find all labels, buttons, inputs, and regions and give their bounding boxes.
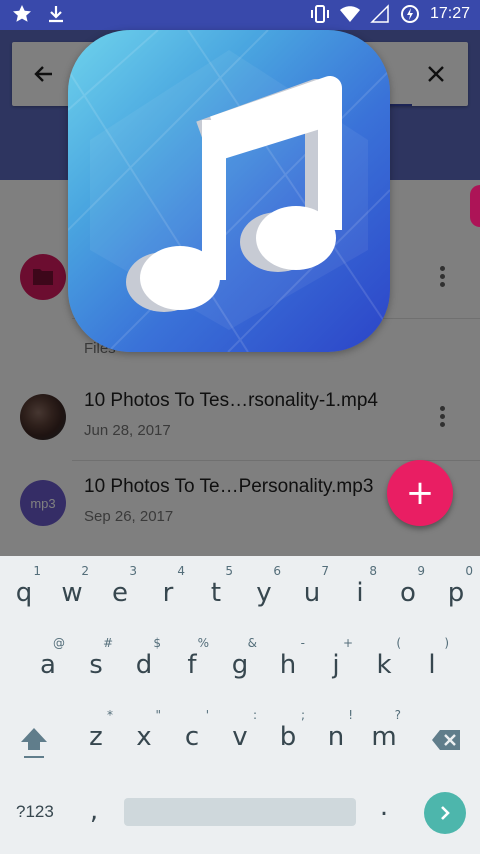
key-hint: % [197, 636, 209, 650]
key-d[interactable]: d $ [129, 636, 161, 680]
video-thumbnail [20, 394, 66, 440]
key-hint: 5 [225, 564, 233, 578]
key-hint: ! [348, 708, 353, 722]
key-hint: ; [300, 708, 305, 722]
file-date: Jun 28, 2017 [84, 422, 171, 439]
key-hint: 8 [369, 564, 377, 578]
symbols-key[interactable]: ?123 [16, 802, 54, 822]
key-hint: & [247, 636, 257, 650]
key-e[interactable]: e3 [105, 564, 137, 608]
key-i[interactable]: i8 [345, 564, 377, 608]
key-hint: @ [53, 636, 65, 650]
key-l[interactable]: l) [417, 636, 449, 680]
key-hint: " [155, 708, 161, 722]
key-g[interactable]: g & [225, 636, 257, 680]
key-a[interactable]: a @ [33, 636, 65, 680]
key-hint: : [252, 708, 257, 722]
key-b[interactable]: b; [273, 708, 305, 752]
close-icon[interactable] [422, 60, 450, 88]
key-p[interactable]: p0 [441, 564, 473, 608]
side-tab [470, 185, 480, 227]
key-hint: 1 [33, 564, 41, 578]
key-hint: - [300, 636, 305, 650]
key-hint: 9 [417, 564, 425, 578]
key-hint: ' [205, 708, 209, 722]
comma-key[interactable]: , [84, 796, 104, 826]
file-date: Sep 26, 2017 [84, 508, 174, 525]
music-app-icon [68, 30, 390, 352]
chevron-right-icon [441, 806, 450, 820]
key-f[interactable]: f% [177, 636, 209, 680]
more-options-icon[interactable] [440, 406, 446, 428]
vibrate-icon [310, 5, 329, 23]
shift-icon[interactable] [18, 724, 50, 760]
key-q[interactable]: q1 [9, 564, 41, 608]
key-hint: 4 [177, 564, 185, 578]
key-hint: + [342, 636, 353, 650]
key-r[interactable]: r4 [153, 564, 185, 608]
download-icon [49, 6, 63, 23]
key-u[interactable]: u7 [297, 564, 329, 608]
space-bar[interactable] [124, 798, 356, 826]
status-time: 17:27 [429, 5, 470, 22]
folder-icon [20, 254, 66, 300]
list-item-mp4[interactable]: 10 Photos To Tes…rsonality-1.mp4 Jun 28,… [0, 376, 480, 460]
more-options-icon[interactable] [440, 266, 446, 288]
key-hint: ( [396, 636, 401, 650]
key-s[interactable]: s # [81, 636, 113, 680]
key-hint: ? [394, 708, 401, 722]
music-note-icon [68, 30, 390, 352]
key-y[interactable]: y6 [249, 564, 281, 608]
file-title: 10 Photos To Tes…rsonality-1.mp4 [84, 390, 378, 411]
wifi-icon [339, 6, 360, 22]
status-bar: 17:27 [0, 0, 480, 30]
file-title: 10 Photos To Te…Personality.mp3 [84, 476, 374, 497]
enter-key[interactable] [424, 792, 466, 834]
key-v[interactable]: v: [225, 708, 257, 752]
key-hint: * [107, 708, 113, 722]
arrow-back-icon[interactable] [30, 60, 58, 88]
key-c[interactable]: c ' [177, 708, 209, 752]
key-z[interactable]: z * [81, 708, 113, 752]
key-hint: ) [444, 636, 449, 650]
period-key[interactable]: . [374, 792, 394, 822]
add-fab-button[interactable]: + [387, 460, 453, 526]
star-icon [13, 5, 31, 22]
key-w[interactable]: w2 [57, 564, 89, 608]
mp3-avatar: mp3 [20, 480, 66, 526]
key-hint: # [102, 636, 113, 650]
key-hint: 6 [273, 564, 281, 578]
data-saver-icon [400, 5, 419, 23]
signal-icon [370, 4, 389, 23]
key-hint: 7 [321, 564, 329, 578]
key-hint: 3 [129, 564, 137, 578]
key-hint: $ [153, 636, 161, 650]
key-j[interactable]: j + [321, 636, 353, 680]
key-n[interactable]: n! [321, 708, 353, 752]
key-m[interactable]: m? [369, 708, 401, 752]
key-x[interactable]: x " [129, 708, 161, 752]
key-o[interactable]: o9 [393, 564, 425, 608]
key-t[interactable]: t5 [201, 564, 233, 608]
soft-keyboard: q1w2e3r4t5y6u7i8o9p0 a @ s # d $ f% g & h - j + k(l) … [0, 556, 480, 854]
backspace-icon[interactable] [430, 728, 462, 752]
key-h[interactable]: h- [273, 636, 305, 680]
key-k[interactable]: k( [369, 636, 401, 680]
key-hint: 0 [465, 564, 473, 578]
key-hint: 2 [81, 564, 89, 578]
